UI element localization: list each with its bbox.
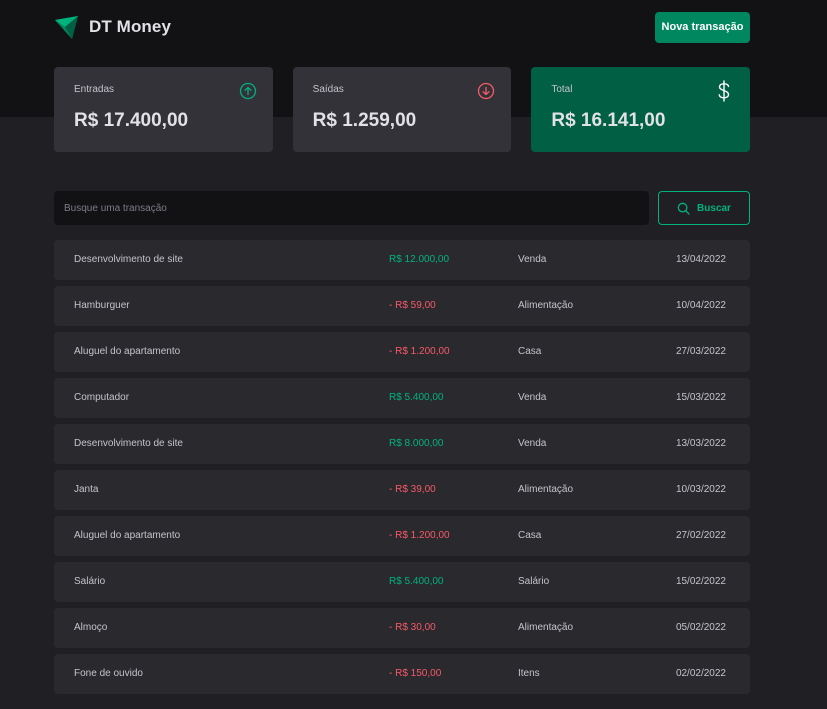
arrow-circle-down-icon — [478, 82, 495, 100]
transaction-amount: R$ 12.000,00 — [389, 254, 450, 265]
total-label: Total — [551, 84, 573, 95]
transaction-row: Computador R$ 5.400,00 Venda 15/03/2022 — [54, 378, 750, 418]
transaction-amount: - R$ 1.200,00 — [389, 346, 450, 357]
transaction-amount: - R$ 59,00 — [389, 300, 436, 311]
transaction-description: Fone de ouvido — [74, 668, 143, 679]
outcome-label: Saídas — [312, 84, 344, 95]
transaction-category: Itens — [518, 668, 540, 679]
transaction-category: Venda — [518, 254, 547, 265]
app-header: DT Money Nova transação — [54, 11, 750, 43]
transaction-description: Desenvolvimento de site — [74, 438, 183, 449]
transaction-description: Aluguel do apartamento — [74, 346, 181, 357]
arrow-circle-up-icon — [239, 82, 256, 100]
transaction-category: Salário — [518, 576, 550, 587]
income-value: R$ 17.400,00 — [74, 110, 189, 131]
transaction-date: 05/02/2022 — [675, 622, 726, 633]
summary-cards: Entradas R$ 17.400,00 Saídas R$ 1.259,00… — [54, 67, 751, 152]
transaction-date: 02/02/2022 — [675, 668, 726, 679]
outcome-value: R$ 1.259,00 — [312, 110, 417, 131]
total-value: R$ 16.141,00 — [551, 110, 666, 131]
transaction-date: 10/03/2022 — [675, 484, 726, 495]
transaction-row: Desenvolvimento de site R$ 12.000,00 Venda… — [54, 240, 750, 280]
transaction-description: Almoço — [74, 622, 108, 633]
transaction-row: Fone de ouvido - R$ 150,00 Itens 02/02/2022 — [54, 654, 750, 694]
search-form: Buscar — [54, 191, 750, 225]
income-label: Entradas — [74, 84, 115, 95]
transaction-date: 13/04/2022 — [675, 254, 726, 265]
transaction-amount: R$ 8.000,00 — [389, 438, 444, 449]
brand: DT Money — [54, 15, 171, 40]
transaction-row: Hamburguer - R$ 59,00 Alimentação 10/04/202… — [54, 286, 750, 326]
transaction-description: Janta — [74, 484, 99, 495]
transaction-amount: R$ 5.400,00 — [389, 392, 444, 403]
new-transaction-button[interactable]: Nova transação — [655, 11, 750, 43]
transaction-description: Computador — [74, 392, 130, 403]
total-card: Total R$ 16.141,00 — [531, 67, 751, 152]
transaction-row: Aluguel do apartamento - R$ 1.200,00 Casa 2… — [54, 332, 750, 372]
search-button[interactable]: Buscar — [658, 191, 750, 225]
transaction-category: Alimentação — [518, 300, 574, 311]
income-card: Entradas R$ 17.400,00 — [54, 67, 273, 152]
transaction-amount: - R$ 30,00 — [389, 622, 436, 633]
search-icon — [677, 202, 690, 215]
transaction-date: 27/02/2022 — [675, 530, 726, 541]
triangle-logo-icon — [55, 15, 78, 39]
transaction-amount: R$ 5.400,00 — [389, 576, 444, 587]
transaction-description: Desenvolvimento de site — [74, 254, 183, 265]
transaction-category: Casa — [518, 346, 542, 357]
transaction-amount: - R$ 150,00 — [389, 668, 442, 679]
transaction-category: Venda — [518, 392, 547, 403]
transaction-row: Desenvolvimento de site R$ 8.000,00 Venda 1… — [54, 424, 750, 464]
transaction-row: Almoço - R$ 30,00 Alimentação 05/02/2022 — [54, 608, 750, 648]
search-input[interactable] — [54, 191, 649, 225]
transaction-date: 10/04/2022 — [675, 300, 726, 311]
transaction-description: Salário — [74, 576, 106, 587]
transaction-date: 13/03/2022 — [675, 438, 726, 449]
transaction-date: 27/03/2022 — [675, 346, 726, 357]
transaction-amount: - R$ 1.200,00 — [389, 530, 450, 541]
outcome-card: Saídas R$ 1.259,00 — [292, 67, 512, 152]
transaction-date: 15/02/2022 — [675, 576, 726, 587]
transaction-row: Janta - R$ 39,00 Alimentação 10/03/2022 — [54, 470, 750, 510]
transaction-date: 15/03/2022 — [675, 392, 726, 403]
transaction-category: Casa — [518, 530, 542, 541]
transaction-row: Aluguel do apartamento - R$ 1.200,00 Casa 2… — [54, 516, 750, 556]
transaction-description: Aluguel do apartamento — [74, 530, 181, 541]
transaction-category: Venda — [518, 438, 547, 449]
transaction-category: Alimentação — [518, 484, 574, 495]
transactions-table: Desenvolvimento de site R$ 12.000,00 Venda… — [54, 240, 750, 700]
brand-name: DT Money — [89, 17, 172, 36]
transaction-description: Hamburguer — [74, 300, 130, 311]
transaction-row: Salário R$ 5.400,00 Salário 15/02/2022 — [54, 562, 750, 602]
dollar-icon — [718, 80, 730, 102]
search-button-label: Buscar — [697, 202, 731, 214]
transaction-amount: - R$ 39,00 — [389, 484, 436, 495]
transaction-category: Alimentação — [518, 622, 574, 633]
